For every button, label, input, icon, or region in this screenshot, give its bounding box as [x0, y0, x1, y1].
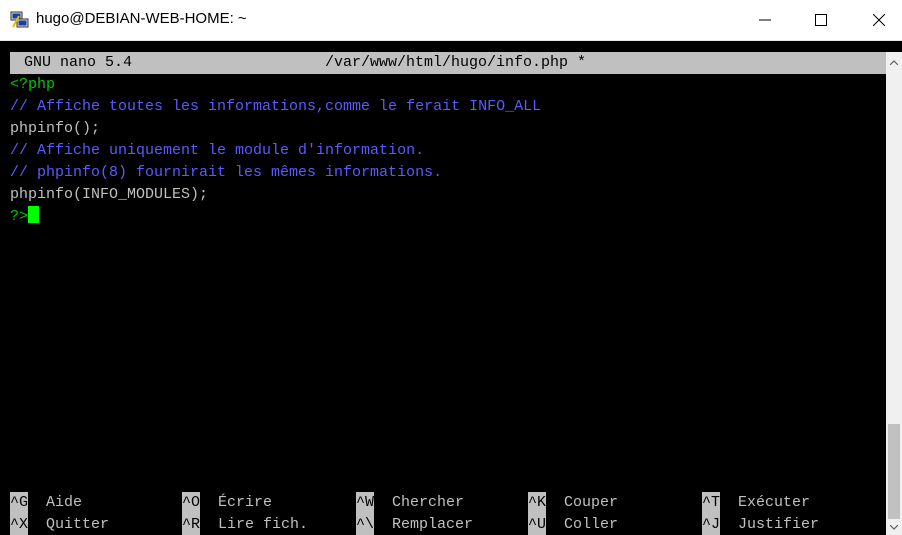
- shortcut-key: ^U: [528, 514, 547, 535]
- minimize-icon: [759, 19, 771, 21]
- scroll-up-button[interactable]: [886, 54, 902, 70]
- shortcut-label-lire-fich: Lire fich.: [218, 516, 309, 533]
- close-button[interactable]: [856, 0, 902, 40]
- chevron-down-icon: [890, 524, 898, 530]
- terminal-window: hugo@DEBIAN-WEB-HOME: ~ GNU nano 5.4 /va…: [0, 0, 902, 535]
- shortcut-label-quitter: Quitter: [46, 516, 110, 533]
- shortcut-label-remplacer: Remplacer: [392, 516, 474, 533]
- text-cursor: [28, 206, 40, 223]
- shortcut-key: ^W: [356, 492, 375, 514]
- shortcut-key: ^K: [528, 492, 547, 514]
- shortcut-label-executer: Exécuter: [738, 494, 811, 511]
- shortcut-label-chercher: Chercher: [392, 494, 465, 511]
- shortcut-key: ^J: [702, 514, 721, 535]
- nano-filename: /var/www/html/hugo/info.php *: [325, 54, 587, 71]
- code-line[interactable]: phpinfo(INFO_MODULES);: [10, 184, 208, 206]
- shortcut-key: ^X: [10, 514, 29, 535]
- code-line[interactable]: <?php: [10, 74, 55, 96]
- vertical-scrollbar[interactable]: [886, 52, 902, 535]
- nano-header: GNU nano 5.4 /var/www/html/hugo/info.php…: [10, 52, 886, 74]
- code-line[interactable]: // Affiche uniquement le module d'inform…: [10, 140, 424, 162]
- maximize-button[interactable]: [798, 0, 844, 40]
- chevron-up-icon: [890, 59, 898, 65]
- close-icon: [873, 14, 885, 26]
- shortcut-label-couper: Couper: [564, 494, 619, 511]
- code-line-text: ?>: [10, 208, 29, 225]
- shortcut-key: ^R: [182, 514, 201, 535]
- shortcut-label-coller: Coller: [564, 516, 619, 533]
- title-bar[interactable]: hugo@DEBIAN-WEB-HOME: ~: [0, 0, 902, 41]
- shortcut-label-ecrire: Écrire: [218, 494, 273, 511]
- shortcut-label-aide: Aide: [46, 494, 83, 511]
- shortcut-key: ^\: [356, 514, 375, 535]
- nano-version: GNU nano 5.4: [24, 54, 133, 71]
- scroll-down-button[interactable]: [886, 519, 902, 535]
- shortcut-label-justifier: Justifier: [738, 516, 820, 533]
- code-line[interactable]: // Affiche toutes les informations,comme…: [10, 96, 541, 118]
- code-line[interactable]: phpinfo();: [10, 118, 100, 140]
- terminal-area[interactable]: GNU nano 5.4 /var/www/html/hugo/info.php…: [0, 52, 886, 535]
- window-title: hugo@DEBIAN-WEB-HOME: ~: [36, 10, 247, 27]
- code-line[interactable]: // phpinfo(8) fournirait les mêmes infor…: [10, 162, 442, 184]
- shortcut-key: ^T: [702, 492, 721, 514]
- shortcut-key: ^O: [182, 492, 201, 514]
- minimize-button[interactable]: [742, 0, 788, 40]
- maximize-icon: [815, 14, 827, 26]
- code-line-last[interactable]: ?>: [10, 206, 40, 228]
- scrollbar-thumb[interactable]: [888, 424, 900, 519]
- putty-icon[interactable]: [10, 11, 30, 29]
- shortcut-key: ^G: [10, 492, 29, 514]
